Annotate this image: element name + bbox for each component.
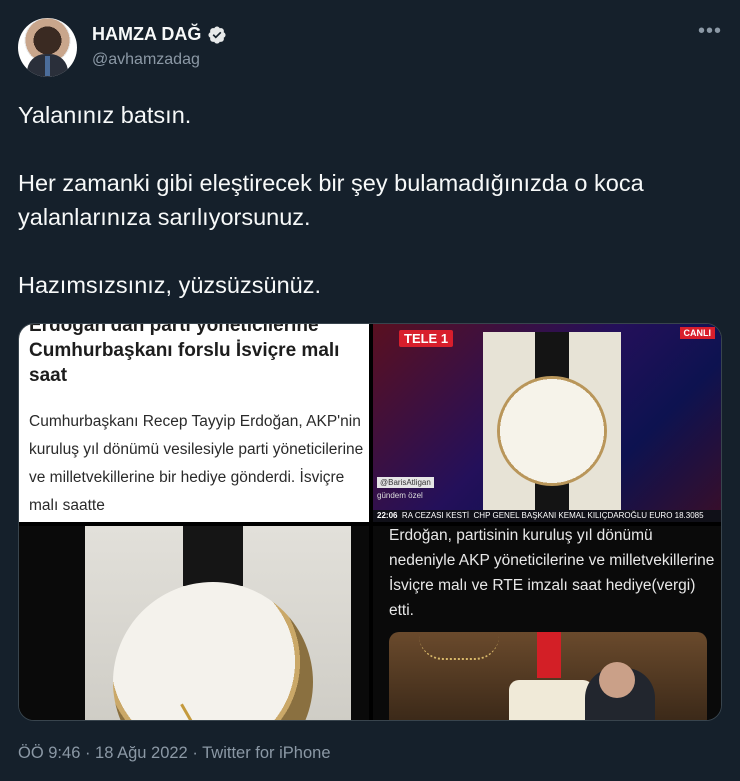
article-headline: Cumhurbaşkanı forslu İsviçre malı saat bbox=[29, 340, 340, 386]
tweet-meta: ÖÖ 9:46 · 18 Ağu 2022 · Twitter for iPho… bbox=[18, 744, 331, 762]
tv-ticker: 22:06 RA CEZASI KESTİ CHP GENEL BAŞKANI … bbox=[373, 510, 721, 522]
tweet-paragraph-2: Her zamanki gibi eleştirecek bir şey bul… bbox=[18, 170, 644, 230]
media-tv-screenshot[interactable]: TELE 1 CANLI @BarisAtligan gündem özel 2… bbox=[373, 324, 721, 522]
tv-ticker-left: RA CEZASI KESTİ bbox=[401, 511, 470, 520]
tv-ticker-right: CHP GENEL BAŞKANI KEMAL KILIÇDAROĞLU bbox=[473, 511, 648, 520]
author-name[interactable]: HAMZA DAĞ bbox=[92, 24, 201, 45]
media-grid: Erdoğan'dan parti yöneticilerine Cumhurb… bbox=[18, 323, 722, 721]
name-row: HAMZA DAĞ bbox=[92, 24, 227, 45]
tweet-header: HAMZA DAĞ @avhamzadag ••• bbox=[18, 18, 722, 80]
article-body: Cumhurbaşkanı Recep Tayyip Erdoğan, AKP'… bbox=[29, 413, 364, 514]
tv-channel-logo: TELE 1 bbox=[399, 330, 454, 347]
media-caption-image[interactable]: Erdoğan, partisinin kuruluş yıl dönümü n… bbox=[373, 526, 721, 720]
article-cut-headline: Erdoğan'dan parti yöneticilerine bbox=[29, 324, 319, 336]
tweet-time[interactable]: ÖÖ 9:46 bbox=[18, 744, 80, 762]
tweet-paragraph-1: Yalanınız batsın. bbox=[18, 102, 192, 128]
watch-strap bbox=[183, 526, 243, 586]
media-watch-photo[interactable] bbox=[19, 526, 369, 720]
media-caption: Erdoğan, partisinin kuruluş yıl dönümü n… bbox=[389, 527, 715, 619]
more-options-icon[interactable]: ••• bbox=[698, 20, 722, 43]
tv-tag: gündem özel bbox=[377, 491, 423, 500]
avatar-tie bbox=[45, 56, 50, 76]
watch-face bbox=[497, 376, 607, 486]
flag bbox=[537, 632, 561, 678]
tweet-source[interactable]: Twitter for iPhone bbox=[202, 744, 330, 762]
tv-ticker-time: 22:06 bbox=[377, 511, 398, 520]
media-article-screenshot[interactable]: Erdoğan'dan parti yöneticilerine Cumhurb… bbox=[19, 324, 369, 522]
tv-live-badge: CANLI bbox=[679, 327, 715, 339]
watch-face bbox=[113, 582, 313, 720]
author-handle[interactable]: @avhamzadag bbox=[92, 51, 200, 69]
tv-source-handle: @BarisAtligan bbox=[377, 477, 434, 488]
tweet-date[interactable]: 18 Ağu 2022 bbox=[95, 744, 188, 762]
caption-photo bbox=[389, 632, 707, 720]
avatar[interactable] bbox=[18, 18, 77, 77]
tweet-paragraph-3: Hazımsızsınız, yüzsüzsünüz. bbox=[18, 272, 321, 298]
tv-ticker-fx: EURO 18.3085 bbox=[649, 511, 704, 520]
verified-badge-icon bbox=[208, 25, 226, 44]
tweet-text: Yalanınız batsın. Her zamanki gibi eleşt… bbox=[18, 98, 722, 302]
tv-watch-photo bbox=[483, 332, 621, 516]
